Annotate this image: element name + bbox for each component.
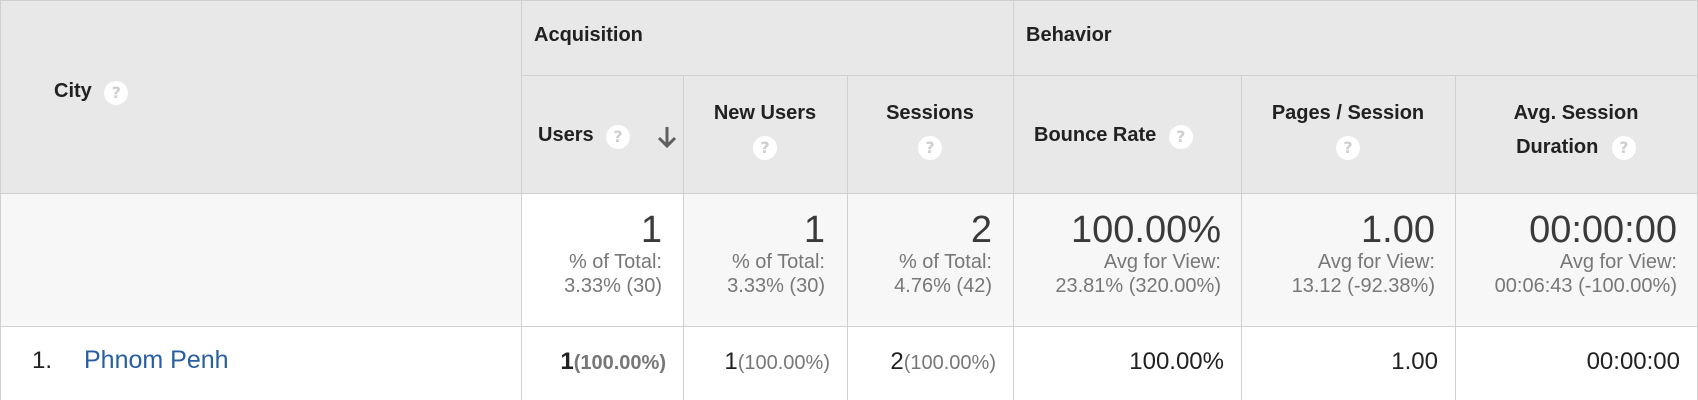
totals-pages-session: 1.00 Avg for View: 13.12 (-92.38%) <box>1241 210 1435 298</box>
pages-session-column-header[interactable]: Pages / Session ? <box>1241 96 1455 164</box>
new-users-header-label[interactable]: New Users <box>683 96 847 130</box>
users-header-label[interactable]: Users <box>538 124 594 146</box>
top-border <box>0 0 1698 1</box>
group-divider <box>521 75 1698 76</box>
city-header-label[interactable]: City <box>54 80 92 102</box>
city-header[interactable]: City ? <box>54 80 129 110</box>
totals-avg-duration-value: 00:00:00 <box>1529 209 1677 251</box>
row-new-users-value: 1 <box>724 348 738 375</box>
totals-avg-duration-label: Avg for View: <box>1559 251 1677 273</box>
totals-new-users: 1 % of Total: 3.33% (30) <box>683 210 825 298</box>
new-users-column-header[interactable]: New Users ? <box>683 96 847 164</box>
totals-pages-session-label: Avg for View: <box>1317 251 1435 273</box>
row-avg-duration: 00:00:00 <box>1586 348 1680 375</box>
row-sessions-value: 2 <box>890 348 904 375</box>
help-icon[interactable]: ? <box>1336 135 1360 160</box>
totals-new-users-label: % of Total: <box>731 251 825 273</box>
avg-duration-header-label-line2[interactable]: Duration <box>1516 136 1598 158</box>
help-icon[interactable]: ? <box>1611 135 1636 160</box>
totals-bounce-rate-label: Avg for View: <box>1103 251 1221 273</box>
acquisition-label: Acquisition <box>534 24 643 46</box>
avg-session-duration-column-header[interactable]: Avg. Session Duration ? <box>1455 96 1697 164</box>
avg-duration-header-label-line1[interactable]: Avg. Session <box>1455 96 1697 130</box>
totals-bounce-rate: 100.00% Avg for View: 23.81% (320.00%) <box>1013 210 1221 298</box>
row-pages-session: 1.00 <box>1391 348 1438 375</box>
totals-sessions: 2 % of Total: 4.76% (42) <box>847 210 992 298</box>
left-border <box>0 0 1 400</box>
help-icon[interactable]: ? <box>606 124 631 149</box>
sort-descending-icon[interactable] <box>655 124 679 150</box>
sessions-column-header[interactable]: Sessions ? <box>847 96 1013 164</box>
analytics-report-table: City ? Acquisition Behavior Users ? New … <box>0 0 1698 400</box>
header-bottom-border <box>0 193 1698 194</box>
row-users-pct: (100.00%) <box>573 352 666 374</box>
row-index: 1. <box>32 347 53 374</box>
behavior-group-header <box>1013 0 1698 75</box>
totals-users: 1 % of Total: 3.33% (30) <box>521 210 662 298</box>
row-users: 1(100.00%) <box>521 348 666 376</box>
totals-sessions-label: % of Total: <box>898 251 992 273</box>
sessions-header-label[interactable]: Sessions <box>847 96 1013 130</box>
bounce-rate-header-label[interactable]: Bounce Rate <box>1034 124 1156 146</box>
city-link[interactable]: Phnom Penh <box>84 346 229 375</box>
col-divider <box>521 0 522 400</box>
col-divider <box>1013 0 1014 400</box>
totals-avg-duration-detail: 00:06:43 (-100.00%) <box>1494 275 1677 297</box>
bounce-rate-column-header[interactable]: Bounce Rate ? <box>1034 124 1193 154</box>
row-users-value: 1 <box>560 348 574 375</box>
row-bounce-rate: 100.00% <box>1129 348 1224 375</box>
row-new-users-pct: (100.00%) <box>737 352 830 374</box>
users-column-header[interactable]: Users ? <box>538 124 631 154</box>
totals-bounce-rate-detail: 23.81% (320.00%) <box>1055 275 1221 297</box>
totals-users-label: % of Total: <box>568 251 662 273</box>
row-sessions-pct: (100.00%) <box>903 352 996 374</box>
totals-pages-session-detail: 13.12 (-92.38%) <box>1291 275 1435 297</box>
totals-new-users-value: 1 <box>803 209 825 251</box>
totals-users-value: 1 <box>640 209 662 251</box>
totals-sessions-detail: 4.76% (42) <box>894 275 992 297</box>
help-icon[interactable]: ? <box>918 135 942 160</box>
help-icon[interactable]: ? <box>1168 124 1193 149</box>
totals-pages-session-value: 1.00 <box>1361 209 1435 251</box>
pages-session-header-label[interactable]: Pages / Session <box>1241 96 1455 130</box>
help-icon[interactable]: ? <box>104 80 129 105</box>
totals-avg-duration: 00:00:00 Avg for View: 00:06:43 (-100.00… <box>1455 210 1677 298</box>
totals-users-detail: 3.33% (30) <box>564 275 662 297</box>
totals-bounce-rate-value: 100.00% <box>1070 209 1221 251</box>
help-icon[interactable]: ? <box>753 135 777 160</box>
totals-new-users-detail: 3.33% (30) <box>727 275 825 297</box>
row-sessions: 2(100.00%) <box>847 348 996 376</box>
totals-sessions-value: 2 <box>970 209 992 251</box>
totals-bottom-border <box>0 326 1698 327</box>
row-new-users: 1(100.00%) <box>683 348 830 376</box>
behavior-label: Behavior <box>1026 24 1112 46</box>
